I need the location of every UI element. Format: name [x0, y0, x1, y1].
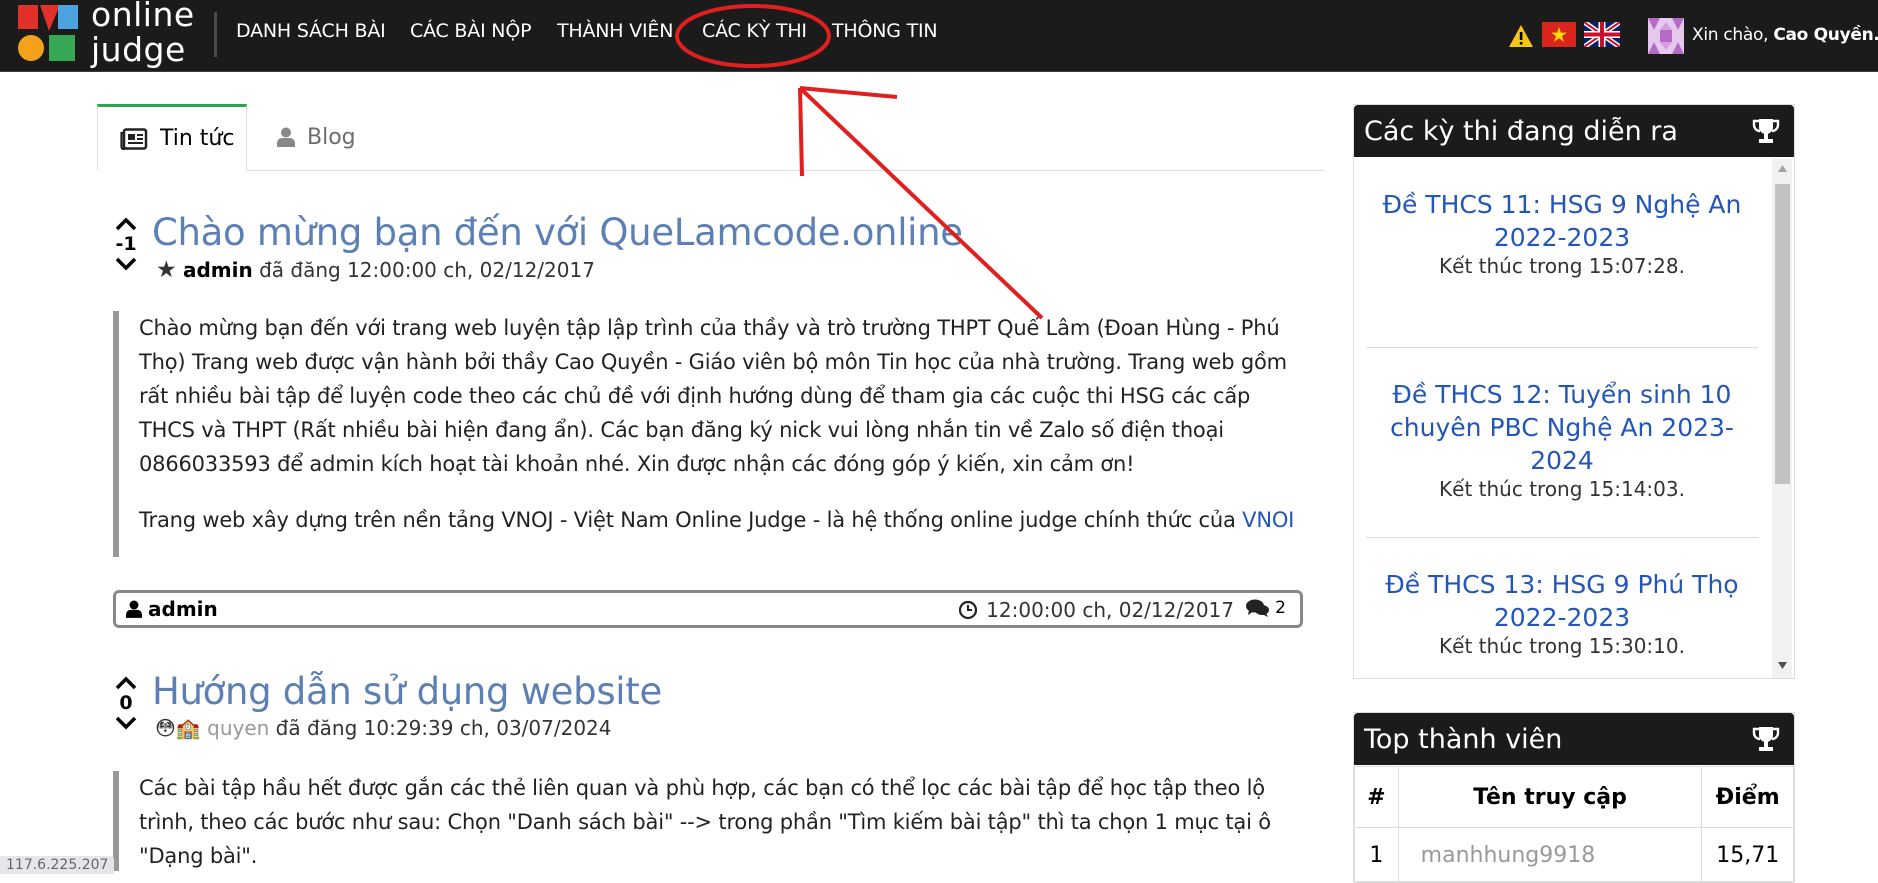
panel-title: Top thành viên — [1364, 723, 1563, 755]
navbar: online judge DANH SÁCH BÀI CÁC BÀI NỘP T… — [0, 0, 1878, 72]
post-vote: -1 — [111, 215, 141, 273]
post-title[interactable]: Hướng dẫn sử dụng website — [152, 670, 662, 713]
nav-contests[interactable]: CÁC KỲ THI — [702, 20, 807, 42]
greeting-text: Xin chào, — [1692, 25, 1769, 45]
nav-about[interactable]: THÔNG TIN — [832, 20, 938, 42]
user-avatar[interactable] — [1648, 18, 1684, 54]
user-badge-icon: 😳🏫 — [155, 716, 201, 740]
footer-time-text: 12:00:00 ch, 02/12/2017 — [986, 598, 1234, 622]
downvote-icon[interactable] — [111, 714, 141, 732]
tab-news-label: Tin tức — [160, 126, 235, 151]
vote-score: -1 — [115, 233, 137, 255]
top-users-panel: Top thành viên # Tên truy cập Điểm 1 man… — [1353, 712, 1795, 883]
comment-count: 2 — [1275, 598, 1286, 618]
post-paragraph: Các bài tập hầu hết được gắn các thẻ liê… — [139, 776, 1271, 868]
contest-link[interactable]: Đề THCS 11: HSG 9 Nghệ An 2022-2023 — [1366, 188, 1758, 254]
warning-icon[interactable] — [1508, 24, 1534, 48]
post-meta: 😳🏫 quyen đã đăng 10:29:39 ch, 03/07/2024 — [155, 716, 612, 740]
post-author[interactable]: admin — [183, 258, 253, 282]
contest-item: Đề THCS 12: Tuyển sinh 10 chuyên PBC Ngh… — [1366, 348, 1758, 538]
contest-item: Đề THCS 11: HSG 9 Nghệ An 2022-2023 Kết … — [1366, 158, 1758, 348]
tab-blog-label: Blog — [307, 124, 356, 150]
star-icon: ★ — [156, 257, 177, 283]
tab-news[interactable]: Tin tức — [97, 104, 247, 171]
user-icon — [277, 127, 295, 147]
footer-comments[interactable]: 2 — [1246, 598, 1286, 618]
footer-author[interactable]: admin — [126, 597, 218, 621]
content-tabs: Tin tức Blog — [97, 104, 1324, 171]
upvote-icon[interactable] — [111, 674, 141, 692]
panel-header: Các kỳ thi đang diễn ra — [1354, 105, 1794, 157]
contest-link[interactable]: Đề THCS 12: Tuyển sinh 10 chuyên PBC Ngh… — [1366, 378, 1758, 477]
upvote-icon[interactable] — [111, 215, 141, 233]
contest-time-left: Kết thúc trong 15:07:28. — [1439, 254, 1685, 278]
post-meta: ★ admin đã đăng 12:00:00 ch, 02/12/2017 — [156, 257, 595, 283]
post-paragraph: Trang web xây dựng trên nền tảng VNOJ - … — [139, 503, 1304, 537]
footer-time: 12:00:00 ch, 02/12/2017 — [958, 598, 1234, 622]
table-row: 1 manhhung9918 15,71 — [1354, 827, 1794, 883]
brand-line-2: judge — [91, 30, 186, 69]
col-username: Tên truy cập — [1397, 766, 1703, 828]
brand-name[interactable]: online judge — [91, 0, 195, 66]
col-rank: # — [1354, 766, 1399, 828]
scroll-down-icon[interactable] — [1778, 662, 1787, 669]
nav-submissions[interactable]: CÁC BÀI NỘP — [410, 20, 532, 42]
trophy-icon — [1752, 727, 1780, 751]
username: Cao Quyền. — [1773, 25, 1878, 45]
trophy-icon — [1752, 119, 1780, 143]
post-author[interactable]: quyen — [207, 716, 269, 740]
vietnam-flag-icon[interactable] — [1542, 22, 1576, 47]
ongoing-contests-panel: Các kỳ thi đang diễn ra Đề THCS 11: HSG … — [1353, 104, 1795, 679]
post-body: Các bài tập hầu hết được gắn các thẻ liê… — [113, 771, 1304, 871]
post-title[interactable]: Chào mừng bạn đến với QueLamcode.online — [152, 211, 963, 254]
comments-icon — [1246, 599, 1270, 617]
scroll-up-icon[interactable] — [1778, 165, 1787, 172]
post-paragraph: Chào mừng bạn đến với trang web luyện tậ… — [139, 316, 1287, 476]
vnoi-link[interactable]: VNOI — [1242, 508, 1294, 532]
footer-author-name: admin — [148, 597, 218, 621]
post-vote: 0 — [111, 674, 141, 732]
contest-time-left: Kết thúc trong 15:30:10. — [1439, 634, 1685, 658]
table-header-row: # Tên truy cập Điểm — [1354, 766, 1794, 828]
contest-link[interactable]: Đề THCS 13: HSG 9 Phú Thọ 2022-2023 — [1366, 568, 1758, 634]
scroll-thumb[interactable] — [1775, 184, 1790, 484]
nav-problems[interactable]: DANH SÁCH BÀI — [236, 20, 386, 42]
contest-scrollbar[interactable] — [1772, 159, 1792, 678]
post-date: đã đăng 12:00:00 ch, 02/12/2017 — [259, 258, 595, 282]
site-logo[interactable] — [18, 3, 80, 65]
contest-list: Đề THCS 11: HSG 9 Nghệ An 2022-2023 Kết … — [1354, 158, 1768, 678]
post-body: Chào mừng bạn đến với trang web luyện tậ… — [113, 311, 1304, 557]
row-username[interactable]: manhhung9918 — [1397, 827, 1703, 883]
top-users-table: # Tên truy cập Điểm 1 manhhung9918 15,71 — [1354, 766, 1794, 883]
row-points: 15,71 — [1701, 827, 1794, 883]
post-paragraph-text: Trang web xây dựng trên nền tảng VNOJ - … — [139, 508, 1243, 532]
clock-icon — [959, 600, 978, 620]
contest-item: Đề THCS 13: HSG 9 Phú Thọ 2022-2023 Kết … — [1366, 538, 1758, 678]
greeting[interactable]: Xin chào, Cao Quyền. — [1692, 25, 1878, 45]
tab-blog[interactable]: Blog — [277, 104, 356, 170]
post-date: đã đăng 10:29:39 ch, 03/07/2024 — [275, 716, 612, 740]
brand-divider — [214, 12, 217, 57]
newspaper-icon — [120, 127, 148, 150]
user-icon — [126, 600, 142, 618]
panel-header: Top thành viên — [1354, 713, 1794, 765]
contest-time-left: Kết thúc trong 15:14:03. — [1439, 477, 1685, 501]
row-rank: 1 — [1354, 827, 1399, 883]
col-points: Điểm — [1701, 766, 1794, 828]
nav-users[interactable]: THÀNH VIÊN — [557, 20, 673, 42]
uk-flag-icon[interactable] — [1584, 22, 1620, 47]
vote-score: 0 — [119, 692, 133, 714]
panel-title: Các kỳ thi đang diễn ra — [1364, 115, 1678, 147]
ip-address: 117.6.225.207 — [0, 856, 115, 874]
post-footer: admin 12:00:00 ch, 02/12/2017 2 — [113, 590, 1303, 628]
downvote-icon[interactable] — [111, 255, 141, 273]
brand-line-1: online — [91, 0, 195, 34]
